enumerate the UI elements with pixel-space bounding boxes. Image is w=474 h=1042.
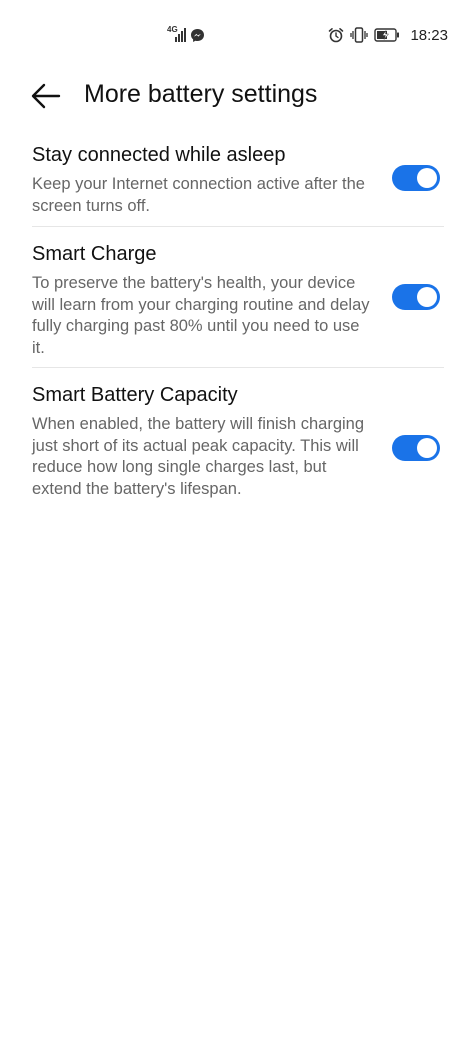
- setting-description: Keep your Internet connection active aft…: [32, 175, 365, 215]
- settings-list: Stay connected while asleep Keep your In…: [0, 140, 474, 528]
- stay-connected-toggle[interactable]: [392, 165, 440, 191]
- vibrate-icon: [350, 27, 369, 43]
- battery-charging-icon: [374, 28, 400, 42]
- smart-charge-toggle[interactable]: [392, 284, 440, 310]
- toggle-knob: [417, 168, 437, 188]
- setting-row-smart-battery-capacity[interactable]: Smart Battery Capacity When enabled, the…: [0, 368, 474, 528]
- setting-description: To preserve the battery's health, your d…: [32, 274, 370, 357]
- setting-row-smart-charge[interactable]: Smart Charge To preserve the battery's h…: [0, 227, 474, 367]
- setting-text: Stay connected while asleep Keep your In…: [32, 140, 372, 217]
- messenger-icon: [190, 28, 205, 43]
- setting-title: Smart Charge: [32, 243, 157, 265]
- status-bar: 4G 18:23: [0, 0, 474, 70]
- alarm-icon: [328, 27, 344, 43]
- toggle-knob: [417, 438, 437, 458]
- status-bar-center: 4G: [167, 26, 205, 44]
- setting-title: Smart Battery Capacity: [32, 384, 238, 406]
- clock-time: 18:23: [410, 26, 448, 44]
- setting-row-stay-connected[interactable]: Stay connected while asleep Keep your In…: [0, 140, 474, 226]
- setting-description: When enabled, the battery will finish ch…: [32, 415, 365, 498]
- toggle-knob: [417, 287, 437, 307]
- arrow-left-icon: [31, 83, 61, 109]
- app-header: More battery settings: [0, 70, 474, 120]
- setting-text: Smart Charge To preserve the battery's h…: [32, 239, 372, 359]
- signal-icon: 4G: [167, 26, 187, 43]
- setting-title: Stay connected while asleep: [32, 144, 286, 166]
- setting-text: Smart Battery Capacity When enabled, the…: [32, 380, 372, 500]
- status-bar-right: 18:23: [328, 25, 448, 45]
- smart-battery-capacity-toggle[interactable]: [392, 435, 440, 461]
- back-button[interactable]: [28, 78, 64, 114]
- page-title: More battery settings: [84, 80, 318, 108]
